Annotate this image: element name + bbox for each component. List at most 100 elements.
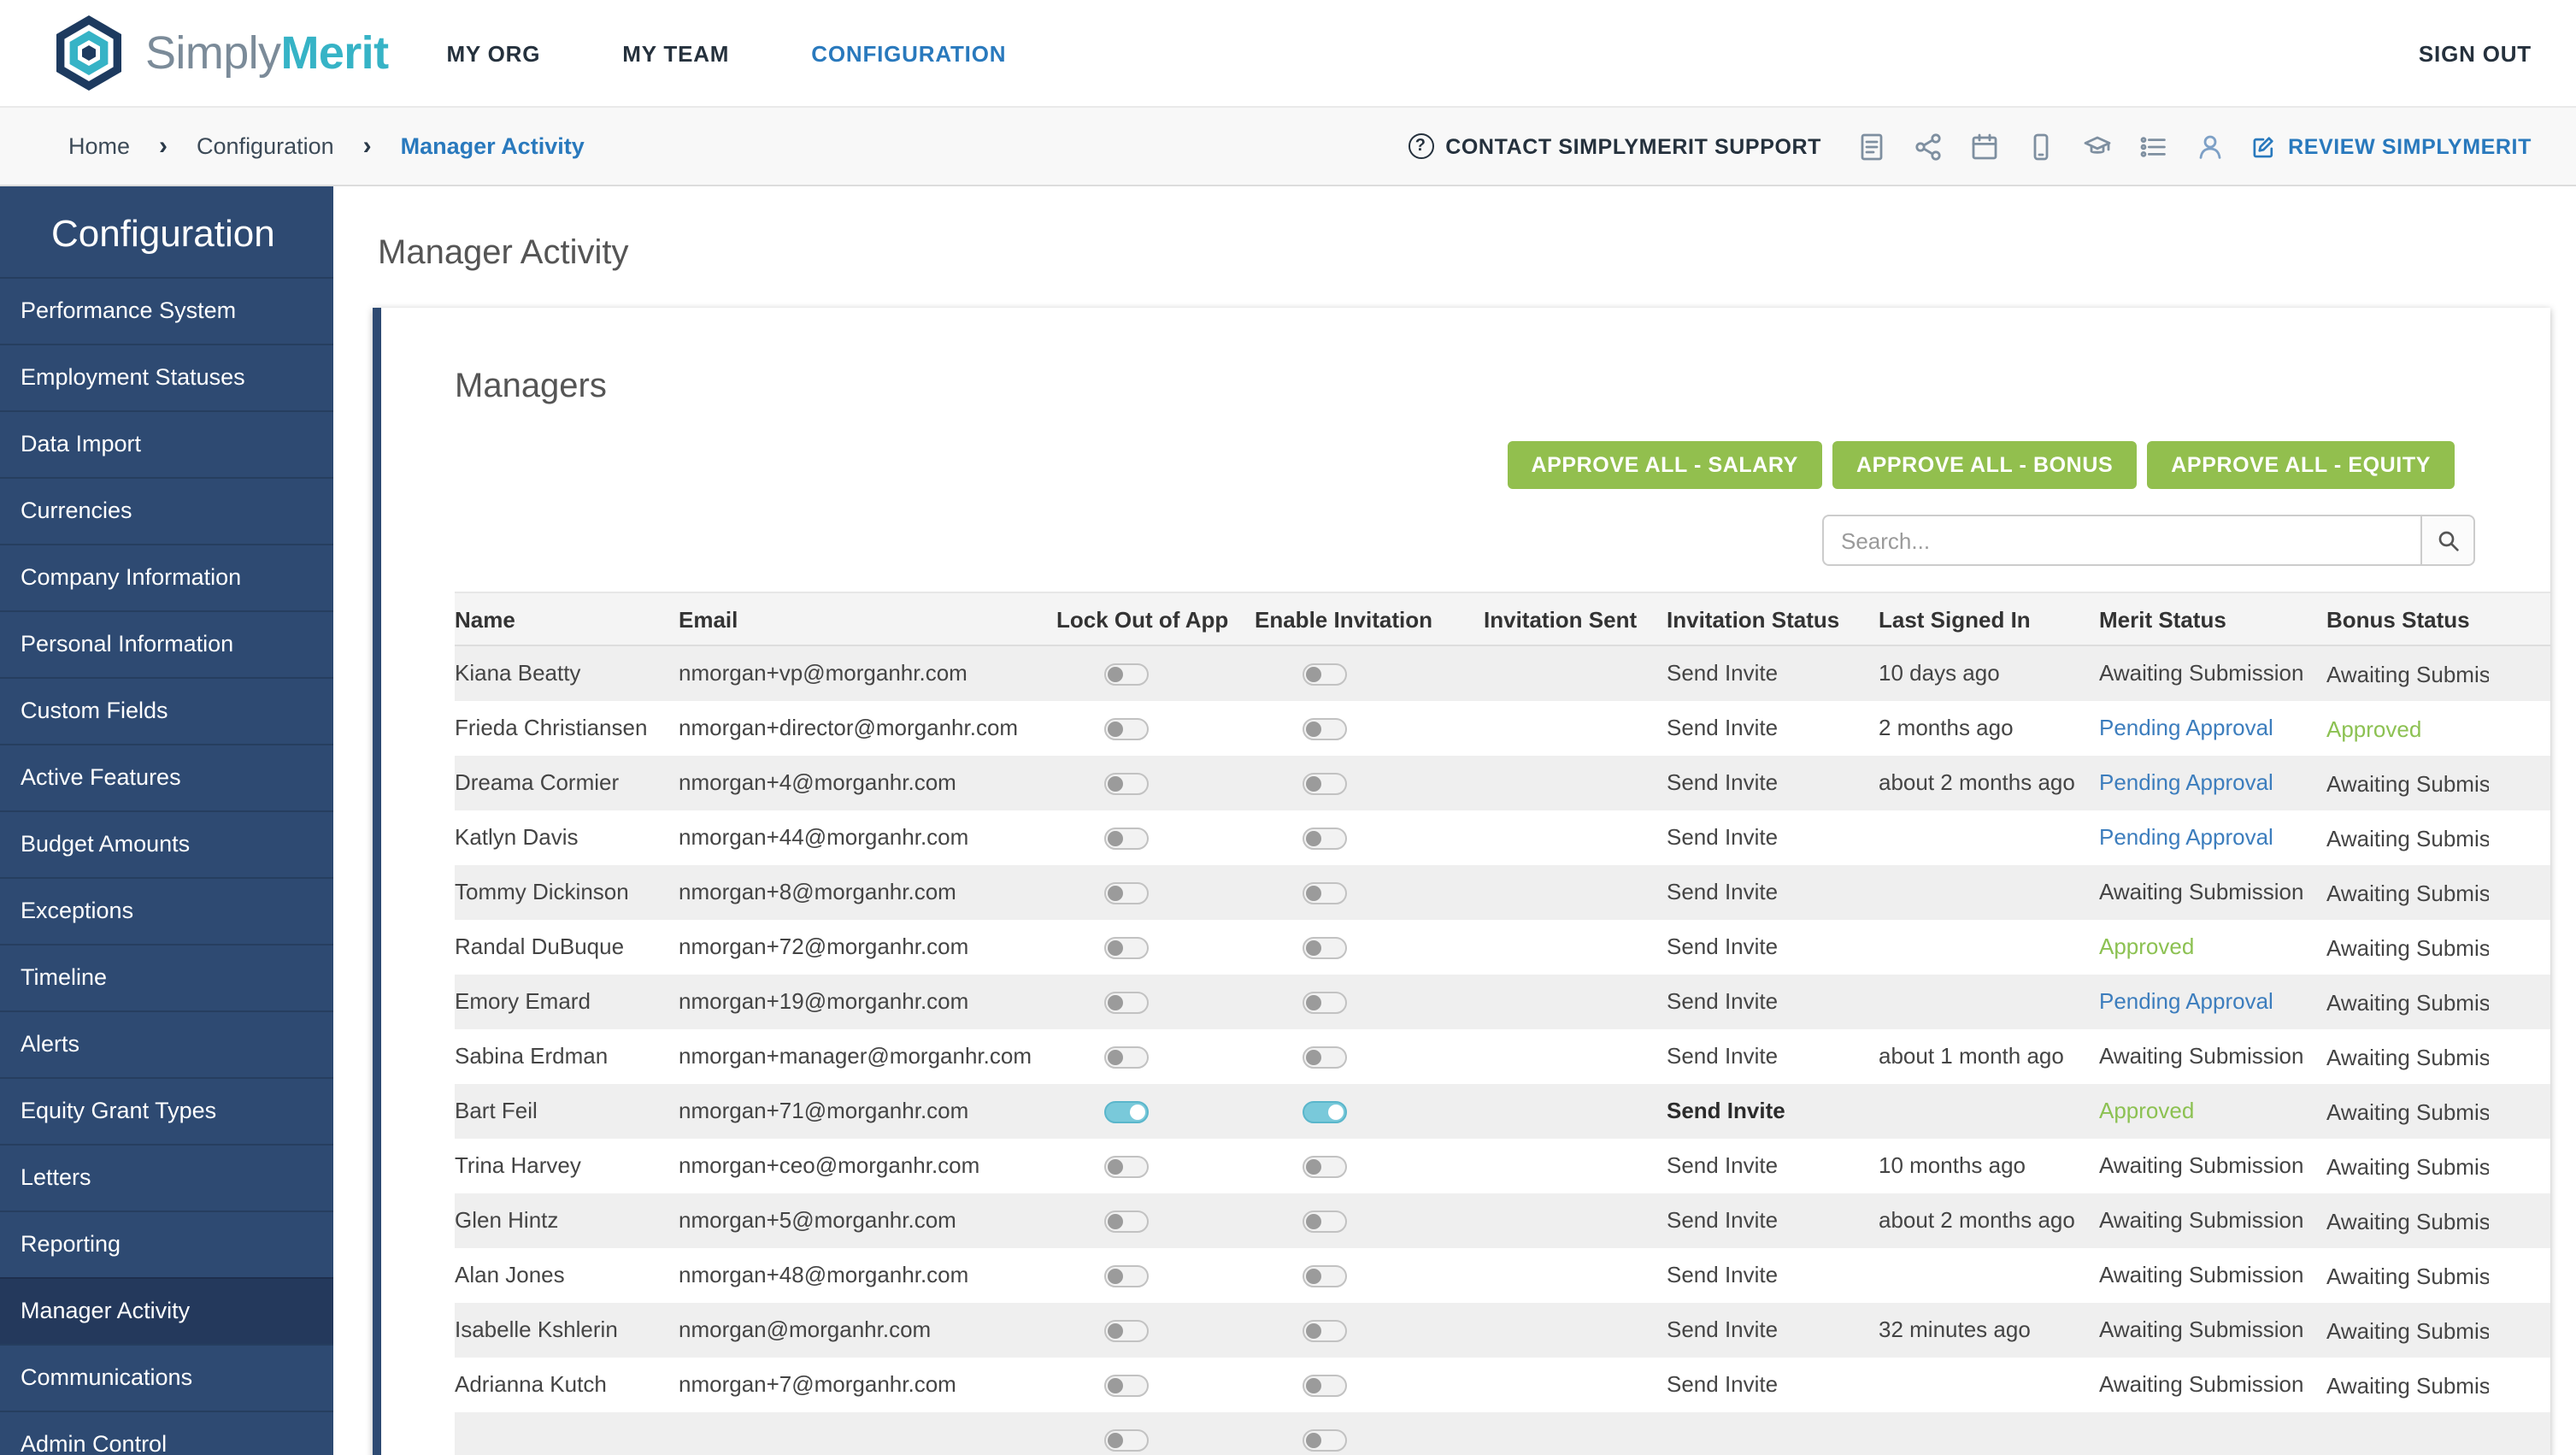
lock-out-toggle[interactable] (1104, 1265, 1149, 1288)
sidebar-item[interactable]: Manager Activity (0, 1277, 333, 1344)
send-invite-action[interactable]: Send Invite (1667, 824, 1778, 850)
enable-invitation-toggle[interactable] (1303, 1211, 1347, 1234)
send-invite-action[interactable]: Send Invite (1667, 1043, 1778, 1069)
enable-invitation-toggle[interactable] (1303, 992, 1347, 1015)
sign-out-button[interactable]: SIGN OUT (2419, 40, 2532, 66)
send-invite-action[interactable]: Send Invite (1667, 1317, 1778, 1342)
merit-status[interactable]: Pending Approval (2099, 769, 2273, 795)
enable-invitation-toggle[interactable] (1303, 1320, 1347, 1343)
merit-status[interactable]: Pending Approval (2099, 715, 2273, 740)
invitation-sent (1484, 645, 1667, 700)
sidebar-item[interactable]: Active Features (0, 744, 333, 810)
sidebar-item[interactable]: Custom Fields (0, 677, 333, 744)
sidebar-item[interactable]: Currencies (0, 477, 333, 544)
merit-status[interactable]: Pending Approval (2099, 824, 2273, 850)
sidebar-item[interactable]: Data Import (0, 410, 333, 477)
graduation-cap-icon[interactable] (2081, 131, 2112, 162)
top-nav-item[interactable]: CONFIGURATION (811, 40, 1006, 66)
send-invite-action[interactable]: Send Invite (1667, 769, 1778, 795)
send-invite-action[interactable]: Send Invite (1667, 934, 1778, 959)
top-nav-item[interactable]: MY TEAM (622, 40, 729, 66)
enable-invitation-toggle[interactable] (1303, 882, 1347, 905)
merit-status[interactable]: Awaiting Submission (2099, 1371, 2303, 1397)
send-invite-action[interactable]: Send Invite (1667, 1152, 1778, 1178)
merit-status[interactable]: Awaiting Submission (2099, 1152, 2303, 1178)
merit-status[interactable]: Awaiting Submission (2099, 1207, 2303, 1233)
enable-invitation-toggle[interactable] (1303, 828, 1347, 851)
sidebar-item[interactable]: Equity Grant Types (0, 1077, 333, 1144)
lock-out-toggle[interactable] (1104, 1101, 1149, 1124)
sidebar-item[interactable]: Employment Statuses (0, 344, 333, 410)
search-button[interactable] (2420, 515, 2475, 566)
enable-invitation-toggle[interactable] (1303, 1265, 1347, 1288)
sidebar-item[interactable]: Exceptions (0, 877, 333, 944)
lock-out-toggle[interactable] (1104, 882, 1149, 905)
sidebar-item[interactable]: Personal Information (0, 610, 333, 677)
merit-status[interactable]: Awaiting Submission (2099, 1043, 2303, 1069)
form-icon[interactable] (1856, 131, 1886, 162)
enable-invitation-toggle[interactable] (1303, 718, 1347, 741)
lock-out-toggle[interactable] (1104, 1320, 1149, 1343)
sidebar-item[interactable]: Budget Amounts (0, 810, 333, 877)
send-invite-action[interactable]: Send Invite (1667, 1371, 1778, 1397)
lock-out-toggle[interactable] (1104, 1156, 1149, 1179)
sidebar-item[interactable]: Timeline (0, 944, 333, 1010)
logo[interactable]: SimplyMerit (51, 14, 389, 92)
send-invite-action[interactable]: Send Invite (1667, 1098, 1785, 1123)
merit-status[interactable]: Awaiting Submission (2099, 1317, 2303, 1342)
enable-invitation-toggle[interactable] (1303, 773, 1347, 796)
share-icon[interactable] (1912, 131, 1943, 162)
merit-status[interactable]: Awaiting Submission (2099, 1262, 2303, 1287)
enable-invitation-toggle[interactable] (1303, 1156, 1347, 1179)
send-invite-action[interactable]: Send Invite (1667, 879, 1778, 904)
enable-invitation-toggle[interactable] (1303, 663, 1347, 686)
lock-out-toggle[interactable] (1104, 663, 1149, 686)
approve-all-button[interactable]: APPROVE ALL - BONUS (1832, 441, 2138, 489)
breadcrumb-home[interactable]: Home (68, 133, 130, 159)
lock-out-toggle[interactable] (1104, 937, 1149, 960)
lock-out-toggle[interactable] (1104, 1046, 1149, 1069)
column-header: Invitation Sent (1484, 592, 1667, 646)
enable-invitation-toggle[interactable] (1303, 937, 1347, 960)
send-invite-action[interactable]: Send Invite (1667, 1262, 1778, 1287)
sidebar-item[interactable]: Alerts (0, 1010, 333, 1077)
list-icon[interactable] (2138, 131, 2168, 162)
lock-out-toggle[interactable] (1104, 1429, 1149, 1452)
enable-invitation-toggle[interactable] (1303, 1046, 1347, 1069)
lock-out-toggle[interactable] (1104, 828, 1149, 851)
contact-support-link[interactable]: ? CONTACT SIMPLYMERIT SUPPORT (1408, 133, 1821, 159)
search-input[interactable] (1822, 515, 2420, 566)
mobile-icon[interactable] (2025, 131, 2056, 162)
lock-out-toggle[interactable] (1104, 1375, 1149, 1398)
top-nav-item[interactable]: MY ORG (446, 40, 540, 66)
sidebar-item[interactable]: Reporting (0, 1211, 333, 1277)
enable-invitation-toggle[interactable] (1303, 1101, 1347, 1124)
send-invite-action[interactable]: Send Invite (1667, 1207, 1778, 1233)
lock-out-toggle[interactable] (1104, 1211, 1149, 1234)
lock-out-toggle[interactable] (1104, 773, 1149, 796)
send-invite-action[interactable]: Send Invite (1667, 988, 1778, 1014)
send-invite-action[interactable]: Send Invite (1667, 661, 1778, 686)
review-simplymerit-link[interactable]: REVIEW SIMPLYMERIT (2249, 133, 2532, 160)
sidebar-item[interactable]: Letters (0, 1144, 333, 1211)
enable-invitation-toggle[interactable] (1303, 1429, 1347, 1452)
merit-status[interactable]: Approved (2099, 1098, 2194, 1123)
person-icon[interactable] (2194, 131, 2225, 162)
last-signed-in: 10 months ago (1879, 1152, 2026, 1178)
merit-status[interactable]: Awaiting Submission (2099, 879, 2303, 904)
sidebar-item[interactable]: Communications (0, 1344, 333, 1411)
breadcrumb-configuration[interactable]: Configuration (197, 133, 334, 159)
send-invite-action[interactable]: Send Invite (1667, 715, 1778, 740)
approve-all-button[interactable]: APPROVE ALL - SALARY (1507, 441, 1822, 489)
sidebar-item[interactable]: Performance System (0, 277, 333, 344)
lock-out-toggle[interactable] (1104, 718, 1149, 741)
enable-invitation-toggle[interactable] (1303, 1375, 1347, 1398)
calendar-icon[interactable] (1968, 131, 1999, 162)
merit-status[interactable]: Awaiting Submission (2099, 661, 2303, 686)
merit-status[interactable]: Approved (2099, 934, 2194, 959)
approve-all-button[interactable]: APPROVE ALL - EQUITY (2147, 441, 2455, 489)
lock-out-toggle[interactable] (1104, 992, 1149, 1015)
merit-status[interactable]: Pending Approval (2099, 988, 2273, 1014)
sidebar-item[interactable]: Company Information (0, 544, 333, 610)
sidebar-item[interactable]: Admin Control (0, 1411, 333, 1455)
